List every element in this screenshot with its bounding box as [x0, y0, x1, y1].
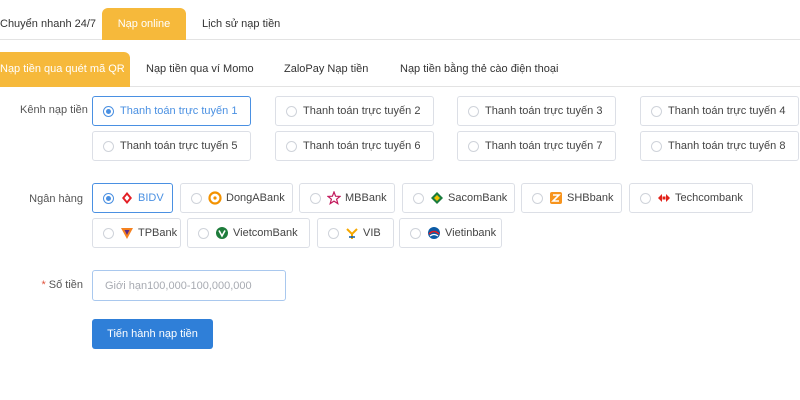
tab-fast-transfer[interactable]: Chuyển nhanh 24/7	[0, 8, 108, 40]
radio-icon	[651, 140, 662, 152]
radio-icon	[310, 192, 321, 204]
radio-icon	[468, 140, 479, 152]
techcombank-logo-icon	[657, 191, 671, 205]
radio-icon	[103, 140, 114, 152]
sacombank-logo-icon	[430, 191, 444, 205]
radio-icon	[103, 192, 114, 204]
required-mark: *	[41, 279, 46, 291]
submit-deposit-button[interactable]: Tiến hành nạp tiền	[92, 319, 213, 349]
vib-logo-icon	[345, 226, 359, 240]
channel-label: Kênh nạp tiền	[20, 104, 88, 116]
radio-icon	[413, 192, 424, 204]
bank-name: MBBank	[345, 192, 387, 204]
amount-label-text: Số tiền	[48, 279, 83, 291]
bank-name: SHBbank	[567, 192, 614, 204]
bank-name: Techcombank	[675, 192, 743, 204]
donga-logo-icon	[208, 191, 222, 205]
bank-name: VIB	[363, 227, 381, 239]
channel-option-label: Thanh toán trực tuyến 3	[485, 105, 603, 117]
bank-option-sacombank[interactable]: SacomBank	[402, 183, 515, 213]
bank-name: BIDV	[138, 192, 164, 204]
radio-icon	[468, 105, 479, 117]
channel-option-label: Thanh toán trực tuyến 6	[303, 140, 421, 152]
channel-option-label: Thanh toán trực tuyến 7	[485, 140, 603, 152]
bank-option-shbbank[interactable]: SHBbank	[521, 183, 622, 213]
mbbank-logo-icon	[327, 191, 341, 205]
sub-tab-bar: Nạp tiền qua quét mã QR Nạp tiền qua ví …	[0, 52, 800, 87]
tab-online-deposit[interactable]: Nạp online	[102, 8, 186, 40]
channel-option-label: Thanh toán trực tuyến 5	[120, 140, 238, 152]
bank-option-vietcombank[interactable]: VietcomBank	[187, 218, 310, 248]
channel-option-7[interactable]: Thanh toán trực tuyến 7	[457, 131, 616, 161]
radio-icon	[191, 192, 202, 204]
channel-option-label: Thanh toán trực tuyến 2	[303, 105, 421, 117]
radio-icon	[198, 227, 209, 239]
bank-option-techcombank[interactable]: Techcombank	[629, 183, 753, 213]
channel-option-6[interactable]: Thanh toán trực tuyến 6	[275, 131, 434, 161]
radio-icon	[328, 227, 339, 239]
radio-icon	[640, 192, 651, 204]
channel-option-label: Thanh toán trực tuyến 4	[668, 105, 786, 117]
vietinbank-logo-icon	[427, 226, 441, 240]
radio-icon	[103, 105, 114, 117]
top-tab-bar: Chuyển nhanh 24/7 Nạp online Lịch sử nạp…	[0, 0, 800, 40]
tab-momo-deposit[interactable]: Nạp tiền qua ví Momo	[134, 52, 266, 87]
bank-name: Vietinbank	[445, 227, 497, 239]
bank-option-vib[interactable]: VIB	[317, 218, 394, 248]
bank-option-vietinbank[interactable]: Vietinbank	[399, 218, 502, 248]
tab-deposit-history[interactable]: Lịch sử nạp tiền	[190, 8, 292, 40]
channel-option-label: Thanh toán trực tuyến 8	[668, 140, 786, 152]
channel-option-8[interactable]: Thanh toán trực tuyến 8	[640, 131, 799, 161]
tab-qr-deposit[interactable]: Nạp tiền qua quét mã QR	[0, 52, 130, 87]
bank-name: SacomBank	[448, 192, 508, 204]
radio-icon	[651, 105, 662, 117]
radio-icon	[103, 227, 114, 239]
bidv-logo-icon	[120, 191, 134, 205]
bank-name: TPBank	[138, 227, 178, 239]
channel-option-5[interactable]: Thanh toán trực tuyến 5	[92, 131, 251, 161]
tab-phone-card-deposit[interactable]: Nạp tiền bằng thẻ cào điện thoại	[388, 52, 570, 87]
channel-option-label: Thanh toán trực tuyến 1	[120, 105, 238, 117]
channel-option-3[interactable]: Thanh toán trực tuyến 3	[457, 96, 616, 126]
channel-option-2[interactable]: Thanh toán trực tuyến 2	[275, 96, 434, 126]
tab-zalopay-deposit[interactable]: ZaloPay Nạp tiền	[272, 52, 380, 87]
bank-option-dongabank[interactable]: DongABank	[180, 183, 293, 213]
bank-option-bidv[interactable]: BIDV	[92, 183, 173, 213]
bank-option-mbbank[interactable]: MBBank	[299, 183, 395, 213]
amount-label: * Số tiền	[20, 279, 83, 291]
shb-logo-icon	[549, 191, 563, 205]
channel-option-1[interactable]: Thanh toán trực tuyến 1	[92, 96, 251, 126]
vietcombank-logo-icon	[215, 226, 229, 240]
bank-name: DongABank	[226, 192, 285, 204]
bank-name: VietcomBank	[233, 227, 298, 239]
radio-icon	[286, 105, 297, 117]
radio-icon	[286, 140, 297, 152]
bank-label: Ngân hàng	[29, 193, 83, 205]
bank-option-tpbank[interactable]: TPBank	[92, 218, 181, 248]
tpbank-logo-icon	[120, 226, 134, 240]
radio-icon	[410, 227, 421, 239]
radio-icon	[532, 192, 543, 204]
amount-input[interactable]	[92, 270, 286, 301]
channel-option-4[interactable]: Thanh toán trực tuyến 4	[640, 96, 799, 126]
